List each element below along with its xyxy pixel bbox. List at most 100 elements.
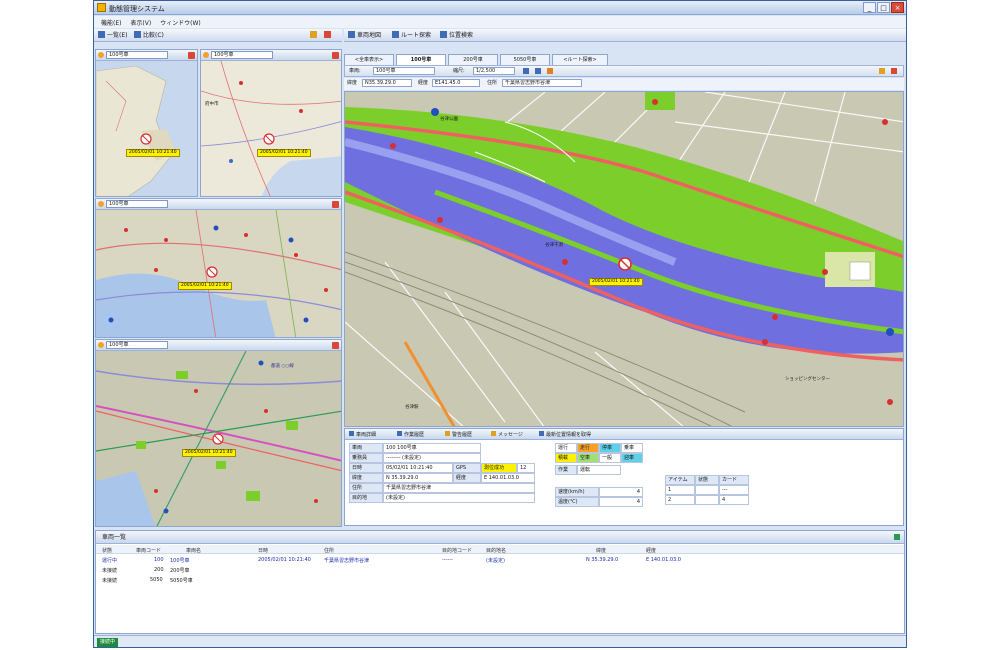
mini-map-1-canvas[interactable]: 2005/02/01 10:21:40: [96, 61, 197, 196]
get-latest-location-button[interactable]: 最新位置情報を取得: [539, 431, 591, 439]
window-title: 動態管理システム: [109, 5, 165, 13]
zoom-in-icon[interactable]: [523, 68, 529, 74]
status-empty: 空車: [577, 453, 599, 463]
zoom-select[interactable]: 1/2,500: [473, 67, 515, 75]
mini-map-3-canvas[interactable]: 2005/02/01 10:21:40: [96, 209, 341, 337]
address-label: 住所: [349, 483, 383, 493]
connection-status: 接続中: [97, 638, 119, 647]
col-dest-code[interactable]: 目的地コード: [442, 547, 472, 554]
close-icon[interactable]: [188, 52, 195, 59]
mini-map-3: 100号車 2005/02/01 10:21:40: [95, 198, 342, 338]
measure-icon[interactable]: [547, 68, 553, 74]
mini-map-4-canvas[interactable]: 都道 ○○線 2005/02/01 10:21:40: [96, 350, 341, 526]
map-label-1: 谷津干潟: [545, 243, 563, 248]
col-code[interactable]: 車両コード: [136, 547, 161, 554]
menu-window[interactable]: ウィンドウ(W): [160, 18, 201, 27]
vehicle-tabs: <全車表示> 100号車 200号車 5050号車 <ルート探索>: [344, 54, 904, 65]
tab-vehicle-5050[interactable]: 5050号車: [500, 54, 550, 65]
grid-row-2-card: 4: [719, 495, 749, 505]
destination-value: (未設定): [383, 493, 535, 503]
mini-map-3-header: 100号車: [96, 199, 341, 210]
col-name[interactable]: 車両名: [186, 547, 201, 554]
maximize-button[interactable]: □: [877, 2, 890, 13]
close-icon[interactable]: [332, 342, 339, 349]
col-datetime[interactable]: 日時: [258, 547, 268, 554]
vehicle-label: 車両:: [349, 68, 361, 74]
app-icon: [97, 3, 106, 12]
tab-work-history[interactable]: 作業履歴: [397, 431, 424, 439]
message-icon: [491, 431, 496, 436]
tab-alert-history[interactable]: 警告履歴: [445, 431, 472, 439]
speed-value: 4: [599, 487, 643, 497]
minimize-button[interactable]: _: [863, 2, 876, 13]
vehicle-select-4[interactable]: 100号車: [106, 341, 168, 349]
window-controls: _ □ ×: [863, 2, 904, 13]
mini-map-2-header: 100号車: [201, 50, 341, 61]
close-icon[interactable]: [891, 68, 897, 74]
zoom-out-icon[interactable]: [535, 68, 541, 74]
col-lat[interactable]: 緯度: [596, 547, 606, 554]
datetime-value: 05/02/01 10:21:40: [383, 463, 453, 473]
collapse-icon[interactable]: [894, 534, 900, 540]
close-icon[interactable]: [332, 201, 339, 208]
grid-header-item: アイテム: [665, 475, 695, 485]
pin-tool-button[interactable]: [310, 31, 319, 40]
table-row[interactable]: 未接続 200 200号車: [96, 566, 904, 575]
table-row[interactable]: 運行中 100 100号車 2005/02/01 10:21:40 千葉県習志野…: [96, 556, 904, 565]
col-dest-name[interactable]: 目的地名: [486, 547, 506, 554]
col-status[interactable]: 状態: [102, 547, 112, 554]
title-bar[interactable]: 動態管理システム _ □ ×: [94, 1, 906, 15]
pin-icon[interactable]: [203, 52, 209, 58]
pin-icon[interactable]: [98, 52, 104, 58]
tab-route-search[interactable]: <ルート探索>: [552, 54, 608, 65]
lon-value: E 140.01.03.0: [481, 473, 535, 483]
compare-button[interactable]: 比較(C): [134, 31, 164, 40]
pin-icon[interactable]: [98, 342, 104, 348]
app-window: 動態管理システム _ □ × 機能(E) 表示(V) ウィンドウ(W) 一覧(E…: [93, 0, 907, 648]
mini-map-2: 100号車 府中市 2005/02/01 10:21:40: [200, 49, 342, 197]
menu-function[interactable]: 機能(E): [101, 18, 121, 27]
pin-icon[interactable]: [98, 201, 104, 207]
destination-label: 目的地: [349, 493, 383, 503]
grid-row-2-item: 2: [665, 495, 695, 505]
menu-view[interactable]: 表示(V): [130, 18, 151, 27]
vehicle-tag-2: 2005/02/01 10:21:40: [257, 149, 311, 157]
col-lon[interactable]: 経度: [646, 547, 656, 554]
route-search-button[interactable]: ルート探索: [392, 31, 431, 40]
tab-vehicle-detail[interactable]: 車両詳細: [349, 431, 376, 439]
map-label-3: ショッピングセンター: [785, 377, 830, 382]
search-icon: [440, 31, 447, 38]
tab-vehicle-100[interactable]: 100号車: [396, 54, 446, 65]
col-address[interactable]: 住所: [324, 547, 334, 554]
list-icon: [98, 31, 105, 38]
mini-map-1: 100号車 2005/02/01 10:21:40: [95, 49, 198, 197]
refresh-icon: [539, 431, 544, 436]
status-operating: 運行: [555, 443, 577, 453]
vehicle-select-1[interactable]: 100号車: [106, 51, 168, 59]
tab-all-vehicles[interactable]: <全車表示>: [344, 54, 394, 65]
temperature-label: 温度(℃): [555, 497, 599, 507]
status-general: 一般: [599, 453, 621, 463]
left-close-button[interactable]: [324, 31, 333, 40]
list-button[interactable]: 一覧(E): [98, 31, 127, 40]
close-icon[interactable]: [332, 52, 339, 59]
table-row[interactable]: 未接続 5050 5050号車: [96, 576, 904, 585]
gps-label: GPS: [453, 463, 481, 473]
close-button[interactable]: ×: [891, 2, 904, 13]
address-value: 千葉県習志野市谷津: [383, 483, 535, 493]
vehicle-map-button[interactable]: 車両地図: [348, 31, 381, 40]
mini-map-2-canvas[interactable]: 府中市 2005/02/01 10:21:40: [201, 60, 341, 196]
pin-icon[interactable]: [879, 68, 885, 74]
vehicle-select-2[interactable]: 100号車: [211, 51, 273, 59]
vehicle-tag-main: 2005/02/01 10:21:40: [589, 278, 643, 286]
zoom-label: 縮尺:: [453, 68, 465, 74]
vehicle-select-3[interactable]: 100号車: [106, 200, 168, 208]
location-search-button[interactable]: 位置検索: [440, 31, 473, 40]
status-passenger: 乗車: [621, 443, 643, 453]
tab-vehicle-200[interactable]: 200号車: [448, 54, 498, 65]
tab-message[interactable]: メッセージ: [491, 431, 523, 439]
vehicle-value: 100 100号車: [383, 443, 481, 453]
vehicle-select[interactable]: 100号車: [373, 67, 435, 75]
main-map[interactable]: 2005/02/01 10:21:40 谷津干潟 谷津公園 ショッピングセンター…: [344, 91, 904, 427]
grid-header-card: カード: [719, 475, 749, 485]
